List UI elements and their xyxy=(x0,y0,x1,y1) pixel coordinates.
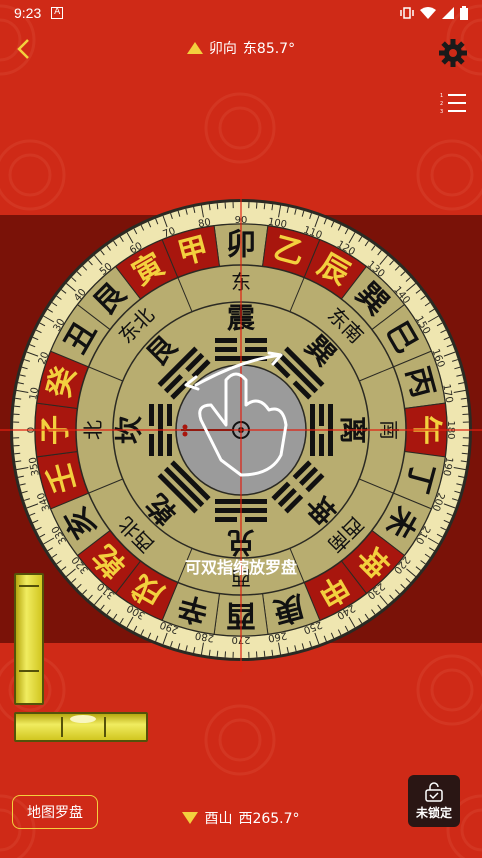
status-bar: 9:23 A xyxy=(0,0,482,26)
sitting-direction: 酉山 xyxy=(204,811,233,827)
facing-degrees: 东85.7° xyxy=(242,41,296,57)
svg-text:1: 1 xyxy=(440,93,443,99)
zoom-hint-text: 可双指缩放罗盘 xyxy=(184,558,297,577)
gear-icon[interactable] xyxy=(438,38,468,68)
horizontal-level-gauge xyxy=(14,712,148,742)
battery-icon xyxy=(460,6,468,20)
sitting-degrees: 西265.7° xyxy=(238,811,300,827)
wifi-icon xyxy=(420,7,436,19)
degree-tick xyxy=(461,405,468,408)
needle-marker xyxy=(182,431,188,437)
degree-tick xyxy=(263,203,266,210)
svg-text:3: 3 xyxy=(440,109,443,115)
degree-tick xyxy=(461,452,468,455)
facing-direction-header: 卯向 东85.7° xyxy=(0,38,482,58)
sitting-arrow-icon xyxy=(182,812,199,824)
status-time: 9:23 xyxy=(14,5,42,21)
svg-text:2: 2 xyxy=(440,101,443,107)
unlock-icon xyxy=(425,781,443,802)
luopan-compass[interactable]: 01020304050607080 90 100110120130140150160… xyxy=(0,190,482,672)
lock-button[interactable]: 未锁定 xyxy=(408,775,460,827)
signal-icon xyxy=(442,7,454,19)
degree-tick xyxy=(14,452,21,455)
vibrate-icon xyxy=(400,7,414,19)
lock-status-label: 未锁定 xyxy=(415,805,452,820)
status-right-icons xyxy=(400,6,468,20)
needle-marker xyxy=(182,424,188,430)
facing-direction: 卯向 xyxy=(208,41,237,57)
notification-icon: A xyxy=(51,7,64,19)
degree-tick xyxy=(216,203,219,210)
facing-arrow-icon xyxy=(186,42,203,54)
degree-tick xyxy=(216,650,219,657)
degree-tick xyxy=(263,650,266,657)
vertical-level-gauge xyxy=(14,573,44,705)
list-menu-icon[interactable]: 1 2 3 xyxy=(440,92,468,116)
degree-tick xyxy=(14,405,21,408)
